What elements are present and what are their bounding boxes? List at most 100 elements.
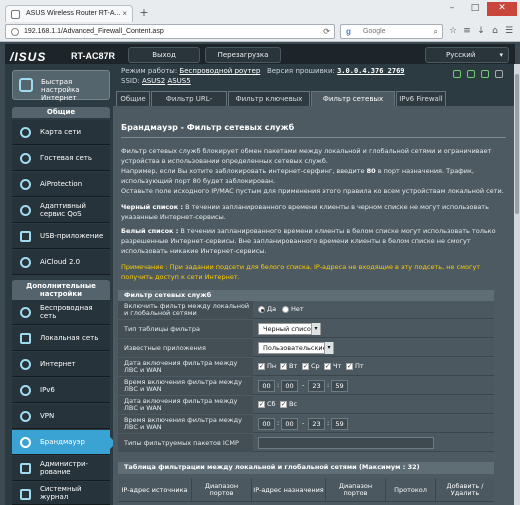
- filter-type-select[interactable]: Черный список ▾: [258, 323, 321, 335]
- chevron-down-icon: ▾: [499, 51, 503, 59]
- language-value: Русский: [446, 51, 476, 59]
- sidebar-item-usb[interactable]: USB-приложение: [12, 224, 110, 249]
- sidebar-item-administration[interactable]: Администри-рование: [12, 456, 110, 481]
- enable-no-radio[interactable]: [282, 306, 289, 313]
- sidebar-item-lan[interactable]: Локальная сеть: [12, 326, 110, 351]
- lock-icon[interactable]: [453, 70, 461, 78]
- ssid-2g[interactable]: ASUS2: [142, 77, 165, 85]
- enable-yes-radio[interactable]: [258, 306, 265, 313]
- sidebar-item-syslog[interactable]: Системный журнал: [12, 482, 110, 505]
- sidebar-item-aicloud[interactable]: AiCloud 2.0: [12, 250, 110, 275]
- cloud-icon: [20, 257, 31, 268]
- day-fri-label: Пт: [355, 362, 364, 370]
- sidebar-item-qos[interactable]: Адаптивный сервис QoS: [12, 198, 110, 223]
- address-bar[interactable]: 192.168.1.1/Advanced_Firewall_Content.as…: [5, 24, 335, 39]
- enable-filter-label: Включить фильтр между локальной и глобал…: [118, 301, 253, 319]
- blacklist-label: Черный список :: [121, 203, 183, 211]
- mode-value[interactable]: Беспроводной роутер: [179, 67, 260, 75]
- wan-status-icon[interactable]: [481, 70, 489, 78]
- group-general: Общие: [12, 107, 110, 118]
- sidebar-item-aiprotection[interactable]: AiProtection: [12, 172, 110, 197]
- weekend-end-hour[interactable]: 23: [308, 418, 325, 430]
- weekday-start-minute[interactable]: 00: [281, 380, 298, 392]
- shield-icon: [20, 179, 31, 190]
- language-select[interactable]: Русский ▾: [425, 47, 509, 63]
- time-dash: -: [302, 381, 305, 389]
- day-sat-checkbox[interactable]: ✓: [258, 401, 265, 408]
- network-status-icon[interactable]: [467, 70, 475, 78]
- weekday-end-minute[interactable]: 59: [331, 380, 348, 392]
- icmp-input[interactable]: [258, 437, 434, 449]
- col-source-ip: IP-адрес источника: [118, 478, 192, 502]
- sidebar-item-ipv6[interactable]: IPv6: [12, 378, 110, 403]
- enable-no-label: Нет: [291, 305, 304, 313]
- download-icon[interactable]: ↓: [475, 25, 487, 37]
- menu-icon[interactable]: ☰: [503, 25, 515, 37]
- home-icon[interactable]: ⌂: [489, 25, 501, 37]
- url-text: 192.168.1.1/Advanced_Firewall_Content.as…: [24, 28, 164, 35]
- scrollbar-thumb[interactable]: [515, 74, 519, 214]
- quick-setup-button[interactable]: Быстрая настройка Интернет: [12, 70, 110, 102]
- ssid-5g[interactable]: ASUS5: [167, 77, 190, 85]
- day-tue-label: Вт: [289, 362, 298, 370]
- weekday-date-row: Дата включения фильтра между ЛВС и WAN ✓…: [118, 358, 494, 376]
- col-source-ports: Диапазон портов: [192, 478, 252, 502]
- day-mon-label: Пн: [267, 362, 277, 370]
- firmware-value[interactable]: 3.0.0.4.376_2769: [337, 67, 404, 75]
- time-separator: :: [277, 381, 280, 389]
- guest-network-icon: [20, 153, 31, 164]
- day-thu-checkbox[interactable]: ✓: [324, 363, 331, 370]
- known-apps-select[interactable]: Пользовательские ▾: [258, 342, 334, 354]
- search-box[interactable]: g Google ⌕: [340, 24, 443, 39]
- tab-ipv6-firewall[interactable]: IPv6 Firewall: [396, 91, 446, 106]
- bookmark-star-icon[interactable]: ☆: [447, 25, 459, 37]
- tab-network-services-filter[interactable]: Фильтр сетевых служб: [311, 91, 395, 117]
- sidebar-item-firewall[interactable]: Брандмауэр: [12, 430, 116, 455]
- sidebar-item-wan[interactable]: Интернет: [12, 352, 110, 377]
- time-dash: -: [302, 419, 305, 427]
- sidebar-item-network-map[interactable]: Карта сети: [12, 120, 110, 145]
- reboot-button[interactable]: Перезагрузка: [205, 47, 281, 63]
- weekday-end-hour[interactable]: 23: [308, 380, 325, 392]
- sidebar-item-label: Администри-рование: [40, 460, 89, 476]
- weekday-start-hour[interactable]: 00: [258, 380, 275, 392]
- bookmarks-list-icon[interactable]: ≡: [461, 25, 473, 37]
- time-separator: :: [327, 419, 330, 427]
- maximize-button[interactable]: □: [464, 2, 486, 16]
- search-icon[interactable]: ⌕: [434, 27, 438, 37]
- logout-button[interactable]: Выход: [128, 47, 200, 63]
- usb-status-icon[interactable]: [495, 70, 503, 78]
- minimize-button[interactable]: –: [441, 2, 463, 16]
- sidebar-item-guest-network[interactable]: Гостевая сеть: [12, 146, 110, 171]
- scrollbar[interactable]: [514, 64, 520, 505]
- port-80: 80: [366, 167, 376, 175]
- day-tue-checkbox[interactable]: ✓: [280, 363, 287, 370]
- firewall-icon: [20, 437, 31, 448]
- chevron-down-icon: ▾: [311, 323, 320, 335]
- window-close-button[interactable]: ✕: [487, 2, 517, 16]
- wizard-icon: [19, 78, 33, 92]
- usb-icon: [20, 231, 31, 242]
- browser-tab[interactable]: ASUS Wireless Router RT-A... ×: [5, 5, 133, 22]
- site-info-icon[interactable]: [11, 28, 19, 36]
- whitelist-text: В течении запланированного времени клиен…: [121, 227, 496, 255]
- day-fri-checkbox[interactable]: ✓: [346, 363, 353, 370]
- weekday-date-label: Дата включения фильтра между ЛВС и WAN: [118, 358, 253, 376]
- tab-general[interactable]: Общие: [116, 91, 150, 106]
- sidebar-item-vpn[interactable]: VPN: [12, 404, 110, 429]
- day-wed-checkbox[interactable]: ✓: [302, 363, 309, 370]
- new-tab-button[interactable]: +: [137, 6, 151, 20]
- tab-title: ASUS Wireless Router RT-A...: [26, 10, 121, 17]
- day-sun-checkbox[interactable]: ✓: [280, 401, 287, 408]
- weekend-time-label: Время включения фильтра между ЛВС и WAN: [118, 415, 253, 433]
- tab-keyword-filter[interactable]: Фильтр ключевых слов: [228, 91, 310, 117]
- weekend-start-hour[interactable]: 00: [258, 418, 275, 430]
- reload-icon[interactable]: ⟳: [323, 27, 330, 36]
- day-mon-checkbox[interactable]: ✓: [258, 363, 265, 370]
- qos-icon: [20, 205, 31, 216]
- weekend-end-minute[interactable]: 59: [331, 418, 348, 430]
- close-tab-icon[interactable]: ×: [122, 9, 127, 18]
- sidebar-item-wireless[interactable]: Беспроводная сеть: [12, 300, 110, 325]
- weekend-start-minute[interactable]: 00: [281, 418, 298, 430]
- tab-url-filter[interactable]: Фильтр URL-адресов: [151, 91, 227, 117]
